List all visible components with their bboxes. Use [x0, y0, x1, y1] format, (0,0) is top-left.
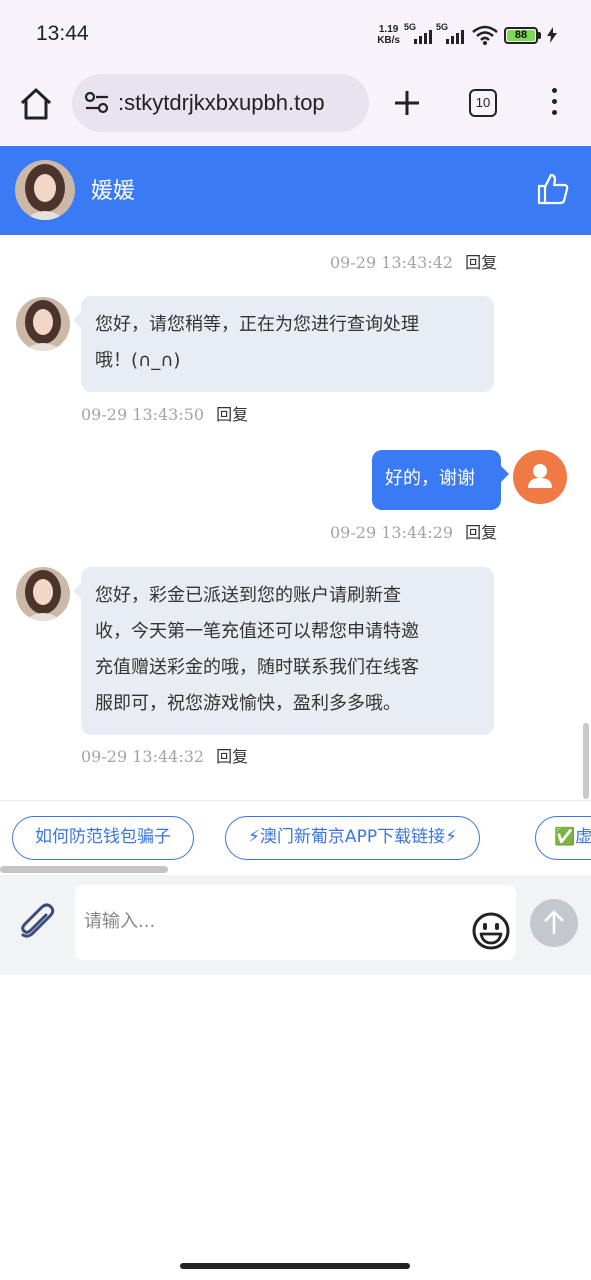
- message-text-line: 充值赠送彩金的哦，随时联系我们在线客: [95, 657, 419, 678]
- reply-button[interactable]: 回复: [216, 405, 248, 424]
- url-text[interactable]: :stkytdrjkxbxupbh.top: [118, 90, 325, 116]
- emoji-icon[interactable]: [471, 911, 511, 951]
- paperclip-icon[interactable]: [16, 901, 58, 943]
- message-text-line: 收，今天第一笔充值还可以帮您申请特邀: [95, 621, 419, 642]
- message-text-line: 哦！(∩_∩): [95, 350, 181, 371]
- message-input-placeholder: 请输入...: [84, 911, 156, 932]
- status-bar: 13:44 1.19 KB/s 5G 5G 88: [0, 0, 591, 72]
- message-timestamp: 09-29 13:44:32: [81, 747, 205, 766]
- wifi-icon: [472, 25, 498, 45]
- quick-reply-bar[interactable]: 如何防范钱包骗子 ⚡澳门新葡京APP下载链接⚡ ✅虚: [0, 800, 591, 866]
- message-text: 好的，谢谢: [385, 468, 475, 489]
- tabs-icon[interactable]: 10: [469, 89, 497, 117]
- outgoing-message-bubble: 好的，谢谢: [372, 450, 509, 510]
- message-meta: 09-29 13:44:32 回复: [81, 743, 248, 767]
- signal-icon-sim1: 5G: [404, 22, 432, 44]
- quick-reply-chip[interactable]: ✅虚: [535, 816, 591, 860]
- message-text-line: 您好，彩金已派送到您的账户请刷新查: [95, 585, 401, 606]
- message-list[interactable]: 09-29 13:43:42 回复 您好，请您稍等，正在为您进行查询处理 哦！(∩…: [0, 235, 591, 800]
- agent-name: 媛媛: [91, 179, 136, 204]
- url-bar[interactable]: :stkytdrjkxbxupbh.top: [72, 74, 369, 132]
- chat-header: 媛媛: [0, 146, 591, 235]
- message-text-line: 您好，请您稍等，正在为您进行查询处理: [95, 314, 419, 335]
- message-timestamp: 09-29 13:43:42: [330, 253, 454, 272]
- battery-level: 88: [507, 29, 535, 41]
- agent-avatar: [16, 297, 70, 351]
- message-composer: 请输入...: [0, 875, 591, 975]
- signal-icon-sim2: 5G: [436, 22, 466, 44]
- sim1-label: 5G: [404, 22, 417, 32]
- quick-reply-scrollbar[interactable]: [0, 866, 168, 873]
- network-speed-unit: KB/s: [377, 35, 400, 46]
- message-meta: 09-29 13:43:42 回复: [330, 249, 497, 273]
- quick-reply-chip[interactable]: ⚡澳门新葡京APP下载链接⚡: [225, 816, 481, 860]
- status-icons: 1.19 KB/s 5G 5G 88: [377, 22, 557, 46]
- user-avatar: [513, 450, 567, 504]
- message-scrollbar[interactable]: [583, 723, 589, 799]
- incoming-message-bubble: 您好，彩金已派送到您的账户请刷新查 收，今天第一笔充值还可以帮您申请特邀 充值赠…: [73, 567, 494, 735]
- reply-button[interactable]: 回复: [465, 253, 497, 272]
- quick-reply-chip[interactable]: 如何防范钱包骗子: [12, 816, 194, 860]
- home-icon[interactable]: [18, 86, 54, 122]
- message-meta: 09-29 13:44:29 回复: [330, 519, 497, 543]
- charging-bolt-icon: [547, 27, 557, 43]
- reply-button[interactable]: 回复: [465, 523, 497, 542]
- incoming-message-bubble: 您好，请您稍等，正在为您进行查询处理 哦！(∩_∩): [73, 296, 494, 392]
- more-menu-icon[interactable]: [548, 88, 560, 118]
- browser-toolbar: :stkytdrjkxbxupbh.top 10: [0, 72, 591, 146]
- agent-avatar: [16, 567, 70, 621]
- plus-icon[interactable]: [392, 88, 422, 118]
- message-timestamp: 09-29 13:44:29: [330, 523, 454, 542]
- home-indicator[interactable]: [180, 1263, 410, 1269]
- network-speed: 1.19 KB/s: [377, 24, 400, 46]
- agent-avatar: [15, 160, 75, 220]
- status-time: 13:44: [36, 22, 89, 45]
- network-speed-value: 1.19: [378, 24, 399, 35]
- reply-button[interactable]: 回复: [216, 747, 248, 766]
- message-text-line: 服即可，祝您游戏愉快，盈利多多哦。: [95, 693, 401, 714]
- send-button[interactable]: [530, 899, 578, 947]
- message-input[interactable]: 请输入...: [75, 885, 516, 960]
- sim2-label: 5G: [436, 22, 449, 32]
- message-timestamp: 09-29 13:43:50: [81, 405, 205, 424]
- message-meta: 09-29 13:43:50 回复: [81, 401, 248, 425]
- battery-icon: 88: [504, 26, 541, 44]
- site-settings-icon[interactable]: [84, 91, 110, 115]
- thumbs-up-icon[interactable]: [536, 172, 570, 206]
- send-arrow-icon: [544, 910, 564, 934]
